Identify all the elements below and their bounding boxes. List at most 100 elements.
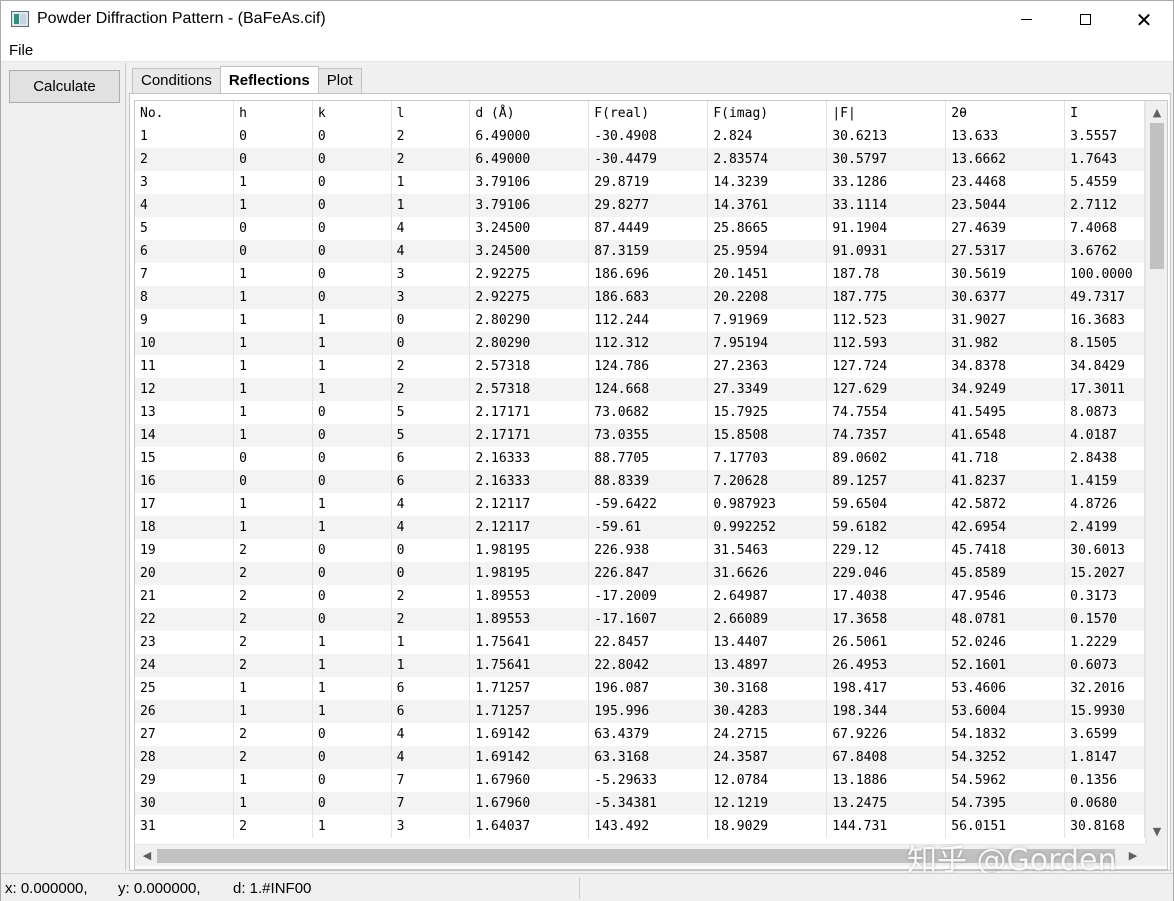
column-header[interactable]: l [391, 101, 471, 125]
table-row[interactable]: 3 1 0 1 3.79106 29.8719 14.3239 33.1286 23.4468 5… [135, 171, 1145, 194]
table-row[interactable]: 21 2 0 2 1.89553 -17.2009 2.64987 17.4038 47.954… [135, 585, 1145, 608]
table-cell: 7.95194 [707, 332, 828, 355]
table-cell: 5 [391, 401, 471, 424]
table-cell: 2.17171 [469, 424, 590, 447]
table-row[interactable]: 6 0 0 4 3.24500 87.3159 25.9594 91.0931 27.5317 3… [135, 240, 1145, 263]
table-cell: 2 [233, 539, 313, 562]
table-cell: 54.7395 [945, 792, 1066, 815]
table-cell: 34.8429 [1064, 355, 1145, 378]
column-header[interactable]: |F| [826, 101, 947, 125]
table-cell: 3.79106 [469, 194, 590, 217]
table-cell: 17.3011 [1064, 378, 1145, 401]
table-row[interactable]: 16 0 0 6 2.16333 88.8339 7.20628 89.1257 41.8237… [135, 470, 1145, 493]
table-row[interactable]: 15 0 0 6 2.16333 88.7705 7.17703 89.0602 41.718 2… [135, 447, 1145, 470]
tab-conditions[interactable]: Conditions [132, 68, 221, 93]
table-row[interactable]: 9 1 1 0 2.80290 112.244 7.91969 112.523 31.9027 1… [135, 309, 1145, 332]
table-cell: 20.1451 [707, 263, 828, 286]
arrow-left-icon[interactable]: ◀ [137, 845, 157, 867]
table-cell: 2.16333 [469, 447, 590, 470]
calculate-button[interactable]: Calculate [9, 70, 120, 103]
table-cell: 13.6662 [945, 148, 1066, 171]
table-cell: 1 [233, 424, 313, 447]
scroll-corner [1145, 844, 1167, 866]
table-row[interactable]: 17 1 1 4 2.12117 -59.6422 0.987923 59.6504 42.58… [135, 493, 1145, 516]
table-cell: 2 [135, 148, 235, 171]
table-row[interactable]: 24 2 1 1 1.75641 22.8042 13.4897 26.4953 52.1601… [135, 654, 1145, 677]
table-row[interactable]: 5 0 0 4 3.24500 87.4449 25.8665 91.1904 27.4639 7… [135, 217, 1145, 240]
table-cell: 15.2027 [1064, 562, 1145, 585]
table-cell: -17.2009 [588, 585, 709, 608]
tab-reflections[interactable]: Reflections [219, 66, 319, 93]
arrow-down-icon[interactable]: ▼ [1146, 822, 1167, 842]
table-cell: 15.8508 [707, 424, 828, 447]
table-row[interactable]: 7 1 0 3 2.92275 186.696 20.1451 187.78 30.5619 10… [135, 263, 1145, 286]
table-row[interactable]: 18 1 1 4 2.12117 -59.61 0.992252 59.6182 42.6954… [135, 516, 1145, 539]
table-cell: 88.7705 [588, 447, 709, 470]
table-cell: 0.987923 [707, 493, 828, 516]
column-header[interactable]: F(imag) [707, 101, 828, 125]
column-header[interactable]: F(real) [588, 101, 709, 125]
table-row[interactable]: 30 1 0 7 1.67960 -5.34381 12.1219 13.2475 54.739… [135, 792, 1145, 815]
table-row[interactable]: 2 0 0 2 6.49000 -30.4479 2.83574 30.5797 13.6662… [135, 148, 1145, 171]
table-row[interactable]: 26 1 1 6 1.71257 195.996 30.4283 198.344 53.6004… [135, 700, 1145, 723]
table-cell: 0 [233, 217, 313, 240]
table-row[interactable]: 19 2 0 0 1.98195 226.938 31.5463 229.12 45.7418 3… [135, 539, 1145, 562]
table-row[interactable]: 20 2 0 0 1.98195 226.847 31.6626 229.046 45.8589… [135, 562, 1145, 585]
menu-file[interactable]: File [9, 42, 33, 59]
table-cell: 63.4379 [588, 723, 709, 746]
table-row[interactable]: 1 0 0 2 6.49000 -30.4908 2.824 30.6213 13.633 3.5… [135, 125, 1145, 148]
table-cell: 0 [312, 769, 392, 792]
table-row[interactable]: 23 2 1 1 1.75641 22.8457 13.4407 26.5061 52.0246… [135, 631, 1145, 654]
table-row[interactable]: 12 1 1 2 2.57318 124.668 27.3349 127.629 34.9249… [135, 378, 1145, 401]
table-row[interactable]: 25 1 1 6 1.71257 196.087 30.3168 198.417 53.4606… [135, 677, 1145, 700]
table-row[interactable]: 29 1 0 7 1.67960 -5.29633 12.0784 13.1886 54.596… [135, 769, 1145, 792]
table-row[interactable]: 14 1 0 5 2.17171 73.0355 15.8508 74.7357 41.6548… [135, 424, 1145, 447]
table-cell: -59.6422 [588, 493, 709, 516]
tab-plot[interactable]: Plot [317, 68, 362, 93]
table-row[interactable]: 4 1 0 1 3.79106 29.8277 14.3761 33.1114 23.5044 2… [135, 194, 1145, 217]
column-header[interactable]: k [312, 101, 392, 125]
column-header[interactable]: h [233, 101, 313, 125]
table-cell: 3 [135, 171, 235, 194]
arrow-right-icon[interactable]: ▶ [1123, 845, 1143, 867]
table-cell: 27 [135, 723, 235, 746]
column-header[interactable]: d (Å) [469, 101, 590, 125]
title-bar[interactable]: Powder Diffraction Pattern - (BaFeAs.cif… [1, 1, 1173, 38]
close-button[interactable]: ✕ [1115, 1, 1173, 38]
table-cell: 91.0931 [826, 240, 947, 263]
table-cell: 22 [135, 608, 235, 631]
column-header[interactable]: 2θ [945, 101, 1066, 125]
arrow-up-icon[interactable]: ▲ [1146, 103, 1167, 123]
column-header[interactable]: No. [135, 101, 235, 125]
table-row[interactable]: 28 2 0 4 1.69142 63.3168 24.3587 67.8408 54.3252… [135, 746, 1145, 769]
table-row[interactable]: 11 1 1 2 2.57318 124.786 27.2363 127.724 34.8378… [135, 355, 1145, 378]
table-cell: 1 [233, 286, 313, 309]
table-cell: 4 [135, 194, 235, 217]
table-cell: 11 [135, 355, 235, 378]
table-row[interactable]: 10 1 1 0 2.80290 112.312 7.95194 112.593 31.982 8… [135, 332, 1145, 355]
maximize-button[interactable] [1056, 1, 1114, 38]
table-cell: 30.5797 [826, 148, 947, 171]
table-cell: 18 [135, 516, 235, 539]
table-cell: 0.3173 [1064, 585, 1145, 608]
table-row[interactable]: 22 2 0 2 1.89553 -17.1607 2.66089 17.3658 48.078… [135, 608, 1145, 631]
table-cell: 52.1601 [945, 654, 1066, 677]
table-cell: 3.6762 [1064, 240, 1145, 263]
table-cell: 1 [391, 171, 471, 194]
minimize-button[interactable] [997, 1, 1055, 38]
table-row[interactable]: 27 2 0 4 1.69142 63.4379 24.2715 67.9226 54.1832… [135, 723, 1145, 746]
table-row[interactable]: 13 1 0 5 2.17171 73.0682 15.7925 74.7554 41.5495… [135, 401, 1145, 424]
vertical-scrollbar[interactable]: ▲ ▼ [1145, 101, 1167, 844]
table-cell: 0 [312, 608, 392, 631]
tab-bar: Conditions Reflections Plot [132, 66, 362, 93]
vertical-scroll-thumb[interactable] [1150, 123, 1164, 269]
table-cell: 112.312 [588, 332, 709, 355]
column-header[interactable]: I [1064, 101, 1145, 125]
table-cell: 1.89553 [469, 585, 590, 608]
table-cell: 7 [135, 263, 235, 286]
menu-bar: File [1, 38, 1173, 62]
maximize-icon [1079, 14, 1091, 25]
table-cell: 2 [233, 608, 313, 631]
table-cell: 1 [312, 654, 392, 677]
table-row[interactable]: 8 1 0 3 2.92275 186.683 20.2208 187.775 30.6377 4… [135, 286, 1145, 309]
